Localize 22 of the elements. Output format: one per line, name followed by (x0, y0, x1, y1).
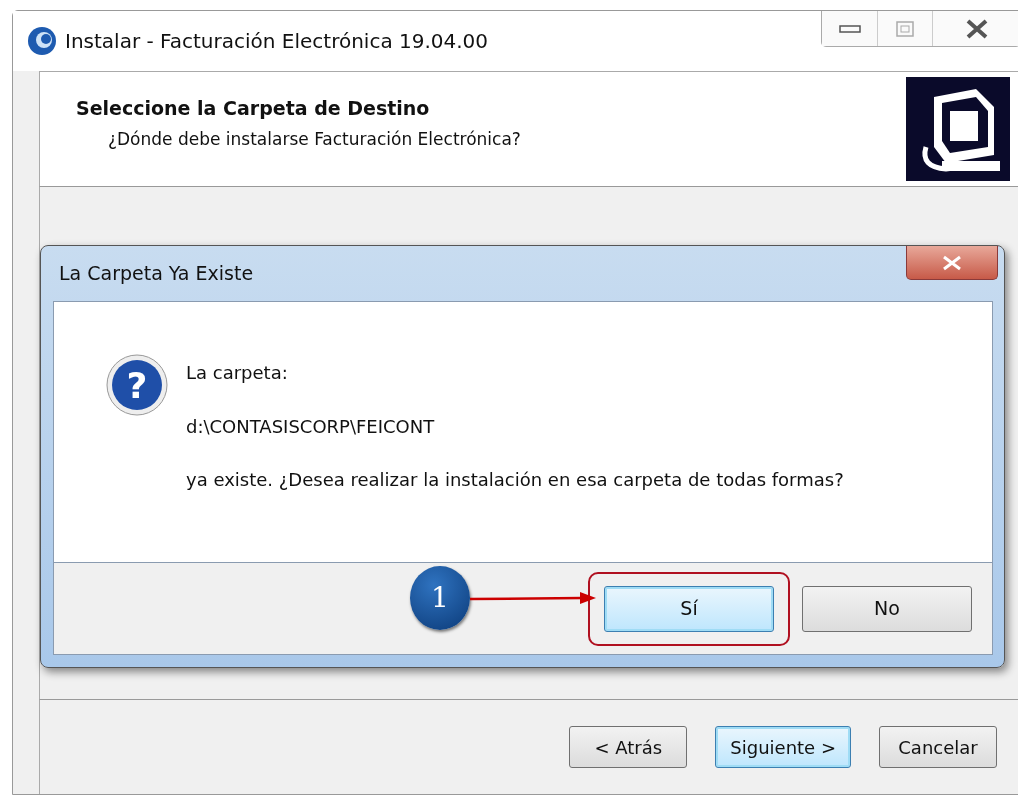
minimize-icon (838, 23, 861, 34)
window-title: Instalar - Facturación Electrónica 19.04.00 (65, 28, 489, 55)
dialog-button[interactable]: No (802, 585, 972, 632)
message-text: La carpeta: (186, 362, 289, 384)
close-icon (964, 18, 989, 39)
wizard-button[interactable]: Siguiente > (715, 726, 851, 768)
minimize-button[interactable] (822, 11, 877, 46)
wizard-button[interactable]: Cancelar (879, 726, 997, 768)
dialog-title: La Carpeta Ya Existe (59, 261, 254, 287)
dialog-close-button[interactable] (906, 246, 998, 280)
wizard-button[interactable]: < Atrás (569, 726, 688, 768)
app-logo-icon (27, 26, 57, 56)
message-text: d:\CONTASISCORP\FEICONT (186, 415, 436, 438)
question-mark: ? (126, 365, 148, 406)
page-title: Seleccione la Carpeta de Destino (76, 96, 431, 121)
close-button[interactable] (932, 11, 1018, 46)
page-subtitle: ¿Dónde debe instalarse Facturación Electrónica? (108, 127, 521, 151)
dialog-button[interactable]: Sí (604, 585, 774, 632)
message-text: ya existe. ¿Desea realizar la instalación en esa carpeta de todas formas? (186, 469, 844, 491)
computer-install-icon (906, 77, 1010, 181)
maximize-icon (895, 19, 915, 38)
close-icon (941, 254, 963, 271)
